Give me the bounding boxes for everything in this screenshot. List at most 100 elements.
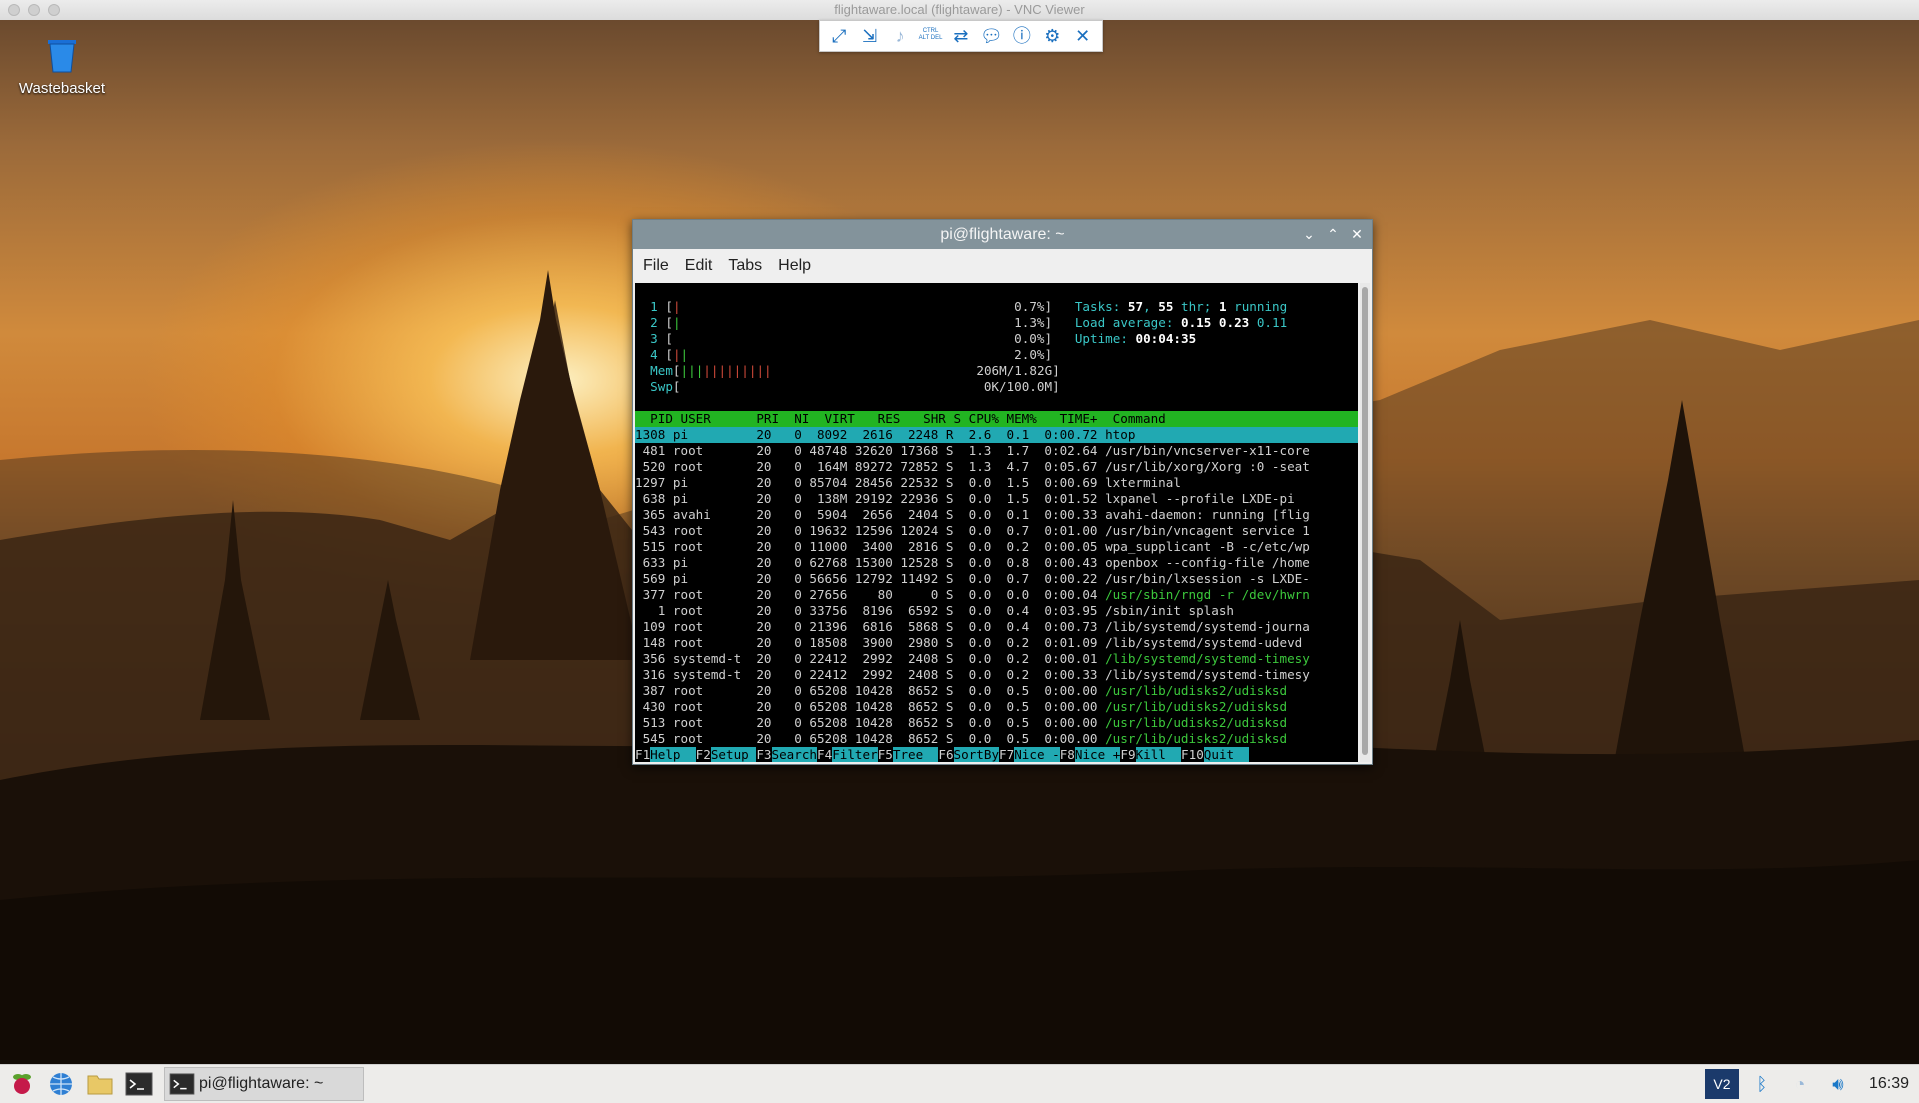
process-command: lxterminal — [1105, 475, 1181, 490]
swp-meter: Swp[ 0K/100.0M] — [635, 379, 1060, 394]
menu-file[interactable]: File — [643, 257, 669, 275]
process-row[interactable]: 356 systemd-t 20 0 22412 2992 2408 S 0.0… — [635, 651, 1358, 667]
clock: 16:39 — [1868, 1075, 1909, 1092]
settings-icon[interactable]: ⚙ — [1040, 24, 1064, 48]
process-table-header: PID USER PRI NI VIRT RES SHR S CPU% MEM%… — [635, 411, 1358, 427]
process-row[interactable]: 569 pi 20 0 56656 12792 11492 S 0.0 0.7 … — [635, 571, 1358, 587]
close-icon[interactable]: ✕ — [1071, 24, 1095, 48]
process-command: /usr/bin/lxsession -s LXDE- — [1105, 571, 1310, 586]
process-command: avahi-daemon: running [flig — [1105, 507, 1310, 522]
fkey-label[interactable]: Tree — [892, 747, 939, 762]
info-icon[interactable]: ⓘ — [1010, 24, 1034, 48]
terminal-launcher-icon[interactable] — [122, 1069, 156, 1099]
fkey-f9: F9 — [1120, 747, 1136, 762]
terminal-titlebar[interactable]: pi@flightaware: ~ ⌄ ⌃ ✕ — [633, 220, 1372, 249]
cpu-percent: 2.0% — [1014, 347, 1045, 362]
process-row[interactable]: 1 root 20 0 33756 8196 6592 S 0.0 0.4 0:… — [635, 603, 1358, 619]
process-fields: 1297 pi 20 0 85704 28456 22532 S 0.0 1.5… — [635, 475, 1106, 490]
mem-value: 206M/1.82G — [976, 363, 1053, 378]
terminal-scrollbar[interactable] — [1360, 283, 1370, 762]
process-fields: 543 root 20 0 19632 12596 12024 S 0.0 0.… — [635, 523, 1106, 538]
file-manager-icon[interactable] — [83, 1069, 117, 1099]
process-row[interactable]: 377 root 20 0 27656 80 0 S 0.0 0.0 0:00.… — [635, 587, 1358, 603]
taskbar-item-terminal[interactable]: pi@flightaware: ~ — [164, 1067, 364, 1101]
process-row[interactable]: 638 pi 20 0 138M 29192 22936 S 0.0 1.5 0… — [635, 491, 1358, 507]
menu-tabs[interactable]: Tabs — [728, 257, 762, 275]
process-row[interactable]: 148 root 20 0 18508 3900 2980 S 0.0 0.2 … — [635, 635, 1358, 651]
load-1: 0.15 — [1181, 315, 1219, 330]
zoom-window-button[interactable] — [48, 4, 60, 16]
fkey-f1: F1 — [635, 747, 651, 762]
fkey-label[interactable]: Nice + — [1074, 747, 1121, 762]
mem-bar: | — [718, 363, 727, 378]
cpu-bar: | — [672, 299, 681, 314]
process-fields: 481 root 20 0 48748 32620 17368 S 1.3 1.… — [635, 443, 1106, 458]
process-command: /lib/systemd/systemd-journa — [1105, 619, 1310, 634]
fkey-label[interactable]: Kill — [1135, 747, 1182, 762]
process-row[interactable]: 1308 pi 20 0 8092 2616 2248 R 2.6 0.1 0:… — [635, 427, 1358, 443]
htop-screen[interactable]: 1 [| 0.7%] Tasks: 57, 55 thr; 1 running … — [635, 283, 1358, 762]
cpu-id: 3 — [635, 331, 666, 346]
process-row[interactable]: 543 root 20 0 19632 12596 12024 S 0.0 0.… — [635, 523, 1358, 539]
process-row[interactable]: 430 root 20 0 65208 10428 8652 S 0.0 0.5… — [635, 699, 1358, 715]
menu-edit[interactable]: Edit — [685, 257, 713, 275]
process-row[interactable]: 365 avahi 20 0 5904 2656 2404 S 0.0 0.1 … — [635, 507, 1358, 523]
process-row[interactable]: 481 root 20 0 48748 32620 17368 S 1.3 1.… — [635, 443, 1358, 459]
close-icon[interactable]: ✕ — [1346, 220, 1368, 249]
mem-bar: | — [756, 363, 765, 378]
wifi-icon[interactable]: ◔ — [1785, 1074, 1815, 1095]
process-row[interactable]: 387 root 20 0 65208 10428 8652 S 0.0 0.5… — [635, 683, 1358, 699]
terminal-window[interactable]: pi@flightaware: ~ ⌄ ⌃ ✕ File Edit Tabs H… — [632, 219, 1373, 765]
maximize-icon[interactable]: ⌃ — [1322, 220, 1344, 249]
fkey-label[interactable]: Quit — [1203, 747, 1250, 762]
process-row[interactable]: 1297 pi 20 0 85704 28456 22532 S 0.0 1.5… — [635, 475, 1358, 491]
cpu-id: 1 — [635, 299, 666, 314]
process-row[interactable]: 316 systemd-t 20 0 22412 2992 2408 S 0.0… — [635, 667, 1358, 683]
fkey-f5: F5 — [877, 747, 893, 762]
wastebasket-label: Wastebasket — [18, 80, 106, 97]
fullscreen-icon[interactable]: ⤢ — [827, 24, 851, 48]
process-fields: 513 root 20 0 65208 10428 8652 S 0.0 0.5… — [635, 715, 1106, 730]
htop-spacer — [635, 283, 1358, 299]
ctrl-alt-del-icon[interactable]: CTRL ALT DEL — [919, 24, 943, 48]
bluetooth-icon[interactable]: ᛒ — [1747, 1074, 1777, 1095]
audio-icon[interactable]: ♪ — [888, 24, 912, 48]
process-command: /lib/systemd/systemd-timesy — [1105, 651, 1310, 666]
close-window-button[interactable] — [8, 4, 20, 16]
process-command: /usr/bin/vncserver-x11-core — [1105, 443, 1310, 458]
fkey-label[interactable]: Help — [650, 747, 696, 762]
trash-icon — [48, 40, 76, 73]
mem-bar: | — [688, 363, 696, 378]
process-row[interactable]: 513 root 20 0 65208 10428 8652 S 0.0 0.5… — [635, 715, 1358, 731]
browser-icon[interactable] — [44, 1069, 78, 1099]
wastebasket-desktop-icon[interactable]: Wastebasket — [14, 32, 110, 97]
process-row[interactable]: 633 pi 20 0 62768 15300 12528 S 0.0 0.8 … — [635, 555, 1358, 571]
fkey-label[interactable]: Nice - — [1014, 747, 1060, 762]
fkey-label[interactable]: SortBy — [953, 747, 1000, 762]
minimize-window-button[interactable] — [28, 4, 40, 16]
fkey-label[interactable]: Search — [771, 747, 818, 762]
process-command: /usr/lib/udisks2/udisksd — [1105, 731, 1288, 746]
chat-icon[interactable]: 💬︎ — [979, 24, 1003, 48]
scrollbar-thumb[interactable] — [1362, 287, 1368, 755]
process-row[interactable]: 520 root 20 0 164M 89272 72852 S 1.3 4.7… — [635, 459, 1358, 475]
process-row[interactable]: 545 root 20 0 65208 10428 8652 S 0.0 0.5… — [635, 731, 1358, 747]
transfer-icon[interactable]: ⇄ — [949, 24, 973, 48]
process-fields: 520 root 20 0 164M 89272 72852 S 1.3 4.7… — [635, 459, 1106, 474]
minimize-icon[interactable]: ⌄ — [1298, 220, 1320, 249]
mem-label: Mem — [635, 363, 673, 378]
fkey-label[interactable]: Filter — [832, 747, 878, 762]
terminal-icon — [169, 1073, 195, 1095]
process-row[interactable]: 109 root 20 0 21396 6816 5868 S 0.0 0.4 … — [635, 619, 1358, 635]
scale-icon[interactable]: ⇲ — [858, 24, 882, 48]
menu-help[interactable]: Help — [778, 257, 811, 275]
fkey-f7: F7 — [999, 747, 1015, 762]
volume-icon[interactable]: 🔊︎ — [1823, 1074, 1853, 1095]
process-fields: 365 avahi 20 0 5904 2656 2404 S 0.0 0.1 … — [635, 507, 1106, 522]
vnc-icon[interactable]: V2 — [1704, 1069, 1739, 1099]
process-row[interactable]: 515 root 20 0 11000 3400 2816 S 0.0 0.2 … — [635, 539, 1358, 555]
process-fields: 387 root 20 0 65208 10428 8652 S 0.0 0.5… — [635, 683, 1106, 698]
raspberry-menu-icon[interactable] — [5, 1069, 39, 1099]
fkey-label[interactable]: Setup — [710, 747, 757, 762]
fkey-f3: F3 — [756, 747, 772, 762]
